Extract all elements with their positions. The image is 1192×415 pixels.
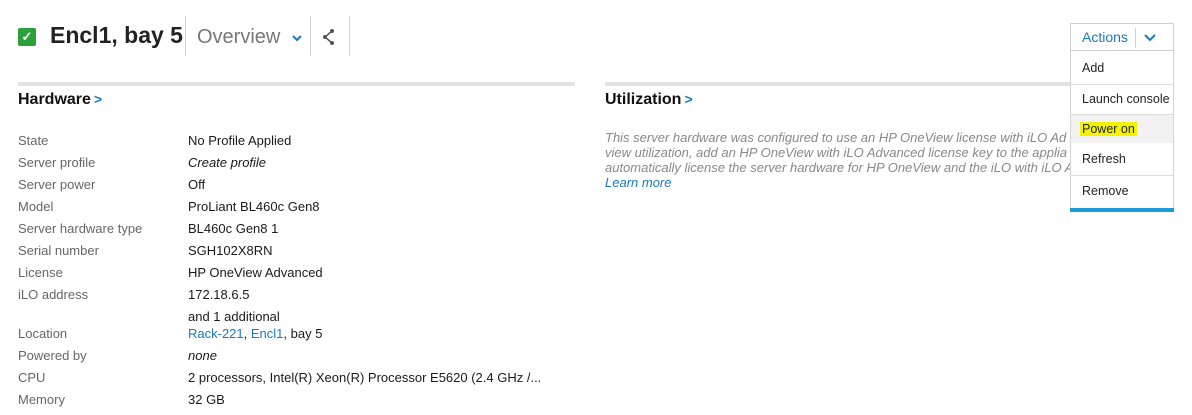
chevron-down-icon <box>292 35 302 42</box>
property-value: No Profile Applied <box>188 133 292 148</box>
actions-button-label: Actions <box>1082 29 1128 45</box>
header-divider <box>185 16 186 56</box>
property-label: State <box>18 133 49 148</box>
rack-link[interactable]: Rack-221 <box>188 326 244 341</box>
actions-button-divider <box>1135 28 1136 48</box>
ilo-address-link[interactable]: 172.18.6.5 <box>188 285 249 305</box>
property-label: Server profile <box>18 155 96 170</box>
chevron-right-icon: > <box>93 91 103 107</box>
property-value: Off <box>188 177 206 192</box>
property-label: Powered by <box>18 348 87 363</box>
share-icon[interactable] <box>322 28 336 46</box>
header-divider <box>349 16 350 56</box>
actions-button[interactable]: Actions <box>1070 23 1174 51</box>
property-label: iLO address <box>18 287 89 302</box>
create-profile-link[interactable]: Create profile <box>188 153 266 173</box>
learn-more-link[interactable]: Learn more <box>605 175 1075 190</box>
property-label: Model <box>18 199 54 214</box>
status-ok-check-icon: ✓ <box>18 28 36 46</box>
utilization-message-line: view utilization, add an HP OneView with… <box>605 145 1068 160</box>
utilization-title-text: Utilization <box>605 91 682 108</box>
property-value: 2 processors, Intel(R) Xeon(R) Processor… <box>188 370 542 385</box>
menu-item-label: Launch console <box>1082 92 1170 106</box>
hardware-section-title[interactable]: Hardware > <box>18 91 102 109</box>
menu-item-label: Refresh <box>1082 152 1126 166</box>
location-bay: , bay 5 <box>283 326 323 341</box>
view-selector-label: Overview <box>197 26 281 48</box>
property-value: Rack-221, Encl1, bay 5 <box>188 324 322 344</box>
menu-item-launch-console[interactable]: Launch console <box>1071 85 1173 113</box>
menu-item-remove[interactable]: Remove <box>1071 177 1173 205</box>
hardware-section-rule <box>18 82 575 86</box>
hardware-title-text: Hardware <box>18 91 91 108</box>
menu-divider <box>1071 175 1173 176</box>
property-value: none <box>188 348 217 363</box>
utilization-message-line: automatically license the server hardwar… <box>605 160 1074 175</box>
property-label: Server hardware type <box>18 221 143 236</box>
property-label: Serial number <box>18 243 99 258</box>
view-selector[interactable]: Overview <box>197 26 302 49</box>
property-value: 32 GB <box>188 392 225 407</box>
menu-item-add[interactable]: Add <box>1071 54 1173 82</box>
chevron-right-icon: > <box>684 91 693 107</box>
utilization-message-line: This server hardware was configured to u… <box>605 130 1067 145</box>
menu-item-power-on[interactable]: Power on <box>1071 115 1173 143</box>
location-separator: , <box>243 326 251 341</box>
utilization-message: This server hardware was configured to u… <box>605 130 1075 196</box>
property-value: SGH102X8RN <box>188 243 273 258</box>
menu-item-label: Add <box>1082 61 1105 75</box>
chevron-down-icon[interactable] <box>1143 32 1157 44</box>
utilization-section-title[interactable]: Utilization > <box>605 91 693 109</box>
actions-menu: Add Launch console Power on Refresh Remo… <box>1070 51 1174 212</box>
hardware-type-link[interactable]: BL460c Gen8 1 <box>188 219 278 239</box>
header-divider <box>310 16 311 56</box>
property-value: HP OneView Advanced <box>188 265 323 280</box>
enclosure-link[interactable]: Encl1 <box>251 326 284 341</box>
property-value: ProLiant BL460c Gen8 <box>188 199 320 214</box>
property-label: Memory <box>18 392 65 407</box>
utilization-section-rule <box>605 82 1070 86</box>
menu-item-label: Power on <box>1080 122 1137 136</box>
property-label: Location <box>18 326 68 341</box>
page-title: Encl1, bay 5 <box>50 22 183 48</box>
property-label: CPU <box>18 370 46 385</box>
property-label: Server power <box>18 177 96 192</box>
menu-item-refresh[interactable]: Refresh <box>1071 145 1173 173</box>
property-label: License <box>18 265 63 280</box>
menu-item-label: Remove <box>1082 184 1129 198</box>
menu-bottom-bar <box>1070 208 1174 212</box>
